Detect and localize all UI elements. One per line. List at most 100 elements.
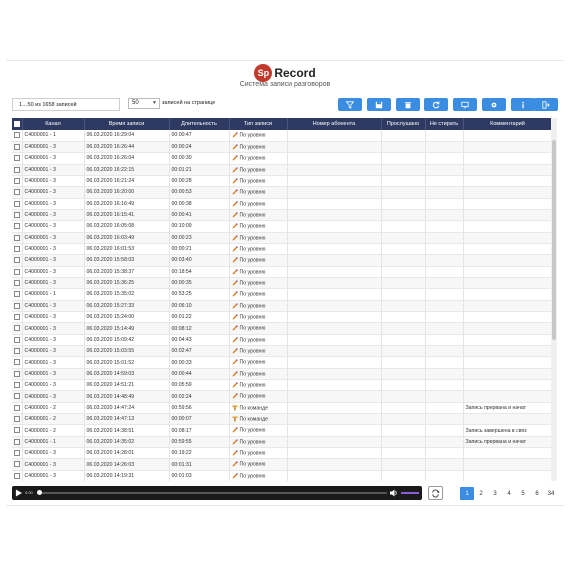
row-checkbox[interactable] <box>12 322 23 335</box>
per-page-select[interactable]: 50 ▼ <box>128 98 160 109</box>
table-row[interactable]: C4000001 - 2 06.03.2020 14:47:24 00:59:56 П… <box>12 402 553 415</box>
row-checkbox[interactable] <box>12 288 23 301</box>
logout-button[interactable] <box>534 98 558 111</box>
table-row[interactable]: C4000001 - 1 06.03.2020 16:29:04 00:00:47 П… <box>12 130 553 142</box>
page-button[interactable]: 1 <box>460 487 474 500</box>
page-button[interactable]: 34 <box>544 487 558 500</box>
row-checkbox[interactable] <box>12 243 23 256</box>
column-header-keep[interactable]: Не стирать <box>425 118 464 130</box>
row-checkbox[interactable] <box>12 345 23 358</box>
row-checkbox[interactable] <box>12 198 23 210</box>
row-checkbox[interactable] <box>12 220 23 233</box>
table-row[interactable]: C4000001 - 3 06.03.2020 15:36:25 00:00:35 П… <box>12 277 553 290</box>
table-row[interactable]: C4000001 - 3 06.03.2020 14:26:03 00:01:31 П… <box>12 458 553 471</box>
row-checkbox[interactable] <box>12 379 23 392</box>
table-row[interactable]: C4000001 - 3 06.03.2020 16:22:15 00:01:21 П… <box>12 164 553 176</box>
table-row[interactable]: C4000001 - 3 06.03.2020 15:01:52 00:00:33 П… <box>12 356 553 369</box>
table-row[interactable]: C4000001 - 2 06.03.2020 14:47:13 00:00:07 П… <box>12 413 553 426</box>
row-checkbox[interactable] <box>12 424 23 437</box>
monitor-button[interactable] <box>453 98 477 111</box>
row-checkbox[interactable] <box>12 266 23 278</box>
row-checkbox[interactable] <box>12 470 23 481</box>
table-row[interactable]: C4000001 - 3 06.03.2020 15:38:37 00:18:54 П… <box>12 266 553 278</box>
table-row[interactable]: C4000001 - 3 06.03.2020 16:26:44 00:00:24 П… <box>12 141 553 154</box>
table-row[interactable]: C4000001 - 2 06.03.2020 14:38:51 00:08:17 П… <box>12 424 553 437</box>
table-row[interactable]: C4000001 - 3 06.03.2020 15:24:00 00:01:22 П… <box>12 311 553 324</box>
row-checkbox[interactable] <box>12 447 23 460</box>
table-row[interactable]: C4000001 - 3 06.03.2020 15:58:03 00:03:40 П… <box>12 254 553 267</box>
play-icon[interactable] <box>15 489 22 497</box>
page-button[interactable]: 3 <box>488 487 502 500</box>
cell-channel: C4000001 - 2 <box>22 402 85 415</box>
table-row[interactable]: C4000001 - 1 06.03.2020 15:35:02 00:53:25 П… <box>12 288 553 301</box>
table-row[interactable]: C4000001 - 3 06.03.2020 15:09:42 00:04:43 П… <box>12 334 553 347</box>
row-checkbox[interactable] <box>12 436 23 449</box>
column-header-comment[interactable]: Комментарий <box>463 118 553 130</box>
table-row[interactable]: C4000001 - 3 06.03.2020 14:48:49 00:02:24 П… <box>12 390 553 403</box>
settings-button[interactable] <box>482 98 506 111</box>
table-row[interactable]: C4000001 - 3 06.03.2020 16:16:49 00:00:38 П… <box>12 198 553 210</box>
table-row[interactable]: C4000001 - 3 06.03.2020 16:03:49 00:00:23 П… <box>12 232 553 244</box>
row-checkbox[interactable] <box>12 130 23 142</box>
row-checkbox[interactable] <box>12 368 23 381</box>
page-button[interactable]: 4 <box>502 487 516 500</box>
delete-button[interactable] <box>396 98 420 111</box>
column-header-time[interactable]: Время записи <box>84 118 170 130</box>
row-checkbox[interactable] <box>12 186 23 199</box>
row-checkbox[interactable] <box>12 141 23 154</box>
cell-comment <box>463 254 553 267</box>
column-header-type[interactable]: Тип записи <box>229 118 288 130</box>
column-header-duration[interactable]: Длительность <box>169 118 230 130</box>
row-checkbox[interactable] <box>12 254 23 267</box>
row-checkbox[interactable] <box>12 164 23 176</box>
row-checkbox[interactable] <box>12 356 23 369</box>
row-checkbox[interactable] <box>12 175 23 188</box>
row-checkbox[interactable] <box>12 458 23 471</box>
volume-bar[interactable] <box>401 492 419 494</box>
table-row[interactable]: C4000001 - 3 06.03.2020 16:05:08 00:10:09 П… <box>12 220 553 233</box>
table-scrollbar[interactable] <box>551 118 557 481</box>
scrollbar-thumb[interactable] <box>552 140 556 340</box>
row-checkbox[interactable] <box>12 300 23 313</box>
player-progress-knob[interactable] <box>37 490 42 495</box>
table-row[interactable]: C4000001 - 3 06.03.2020 14:59:03 00:00:44 П… <box>12 368 553 381</box>
table-row[interactable]: C4000001 - 3 06.03.2020 16:01:53 00:00:21 П… <box>12 243 553 256</box>
table-row[interactable]: C4000001 - 3 06.03.2020 16:26:04 00:00:30 П… <box>12 152 553 165</box>
cell-keep <box>425 198 464 210</box>
table-row[interactable]: C4000001 - 3 06.03.2020 15:27:33 00:06:10 П… <box>12 300 553 313</box>
row-checkbox[interactable] <box>12 390 23 403</box>
page-button[interactable]: 2 <box>474 487 488 500</box>
volume-icon[interactable] <box>390 489 398 497</box>
save-button[interactable] <box>367 98 391 111</box>
table-row[interactable]: C4000001 - 3 06.03.2020 16:21:24 00:00:28 П… <box>12 175 553 188</box>
row-checkbox[interactable] <box>12 334 23 347</box>
page-button[interactable]: 6 <box>530 487 544 500</box>
info-button[interactable] <box>511 98 535 111</box>
row-checkbox[interactable] <box>12 277 23 290</box>
column-header-listened[interactable]: Прослушано <box>381 118 426 130</box>
table-row[interactable]: C4000001 - 1 06.03.2020 14:35:02 00:59:55 П… <box>12 436 553 449</box>
row-checkbox[interactable] <box>12 232 23 244</box>
table-row[interactable]: C4000001 - 3 06.03.2020 14:19:31 00:01:03 П… <box>12 470 553 481</box>
table-row[interactable]: C4000001 - 3 06.03.2020 14:51:21 00:05:59 П… <box>12 379 553 392</box>
filter-button[interactable] <box>338 98 362 111</box>
column-header-number[interactable]: Номер абонента <box>287 118 382 130</box>
loop-button[interactable] <box>428 486 443 500</box>
table-row[interactable]: C4000001 - 3 06.03.2020 15:14:49 00:08:12 П… <box>12 322 553 335</box>
page-button[interactable]: 5 <box>516 487 530 500</box>
column-header-channel[interactable]: Канал <box>22 118 85 130</box>
row-checkbox[interactable] <box>12 402 23 415</box>
table-row[interactable]: C4000001 - 3 06.03.2020 14:28:01 00:19:22 П… <box>12 447 553 460</box>
table-row[interactable]: C4000001 - 3 06.03.2020 16:15:41 00:00:41 П… <box>12 209 553 222</box>
row-checkbox[interactable] <box>12 209 23 222</box>
select-all-checkbox[interactable] <box>12 118 23 130</box>
player-progress-bar[interactable] <box>39 492 387 494</box>
row-checkbox[interactable] <box>12 311 23 324</box>
row-checkbox[interactable] <box>12 152 23 165</box>
table-row[interactable]: C4000001 - 3 06.03.2020 16:20:00 00:00:53 П… <box>12 186 553 199</box>
cell-time: 06.03.2020 15:14:49 <box>84 322 170 335</box>
row-checkbox[interactable] <box>12 413 23 426</box>
table-row[interactable]: C4000001 - 3 06.03.2020 15:03:55 00:02:47 П… <box>12 345 553 358</box>
refresh-button[interactable] <box>424 98 448 111</box>
cell-keep <box>425 130 464 142</box>
